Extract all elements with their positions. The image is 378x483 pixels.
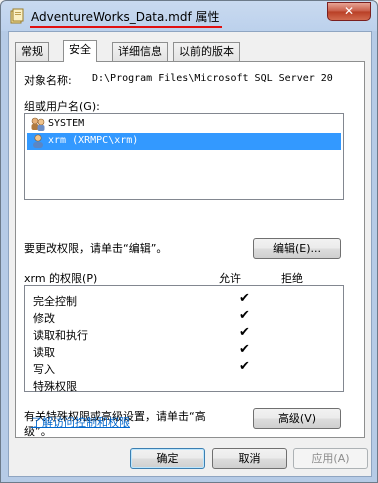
permissions-header: xrm 的权限(P) bbox=[24, 272, 98, 285]
permission-name: 读取和执行 bbox=[33, 329, 88, 342]
allow-check-icon: ✔ bbox=[239, 291, 250, 306]
users-group-icon bbox=[31, 117, 45, 131]
allow-check-icon: ✔ bbox=[239, 325, 250, 340]
security-panel: 对象名称: D:\Program Files\Microsoft SQL Ser… bbox=[15, 61, 365, 438]
list-item-xrm[interactable]: xrm (XRMPC\xrm) bbox=[27, 133, 341, 150]
permission-row: 读取 ✔ bbox=[33, 342, 343, 359]
user-icon bbox=[33, 134, 43, 148]
tab-security[interactable]: 安全 bbox=[63, 40, 97, 62]
tab-general[interactable]: 常规 bbox=[15, 42, 49, 61]
deny-header: 拒绝 bbox=[281, 272, 303, 285]
tab-previous-versions[interactable]: 以前的版本 bbox=[173, 42, 240, 61]
permission-row: 读取和执行 ✔ bbox=[33, 325, 343, 342]
properties-window: AdventureWorks_Data.mdf 属性 ✕ 常规 安全 详细信息 … bbox=[0, 0, 378, 483]
title-annotation-underline bbox=[30, 26, 222, 28]
title-bar[interactable]: AdventureWorks_Data.mdf 属性 ✕ bbox=[1, 1, 377, 31]
list-item-label: xrm (XRMPC\xrm) bbox=[48, 135, 139, 146]
groups-label: 组或用户名(G): bbox=[24, 100, 100, 113]
permission-name: 修改 bbox=[33, 312, 55, 325]
allow-check-icon: ✔ bbox=[239, 359, 250, 374]
cancel-button[interactable]: 取消 bbox=[212, 448, 287, 469]
tab-strip: 常规 安全 详细信息 以前的版本 bbox=[9, 40, 371, 62]
file-icon bbox=[10, 8, 24, 24]
allow-check-icon: ✔ bbox=[239, 308, 250, 323]
edit-button[interactable]: 编辑(E)... bbox=[253, 238, 341, 259]
object-name-label: 对象名称: bbox=[24, 74, 72, 87]
allow-check-icon: ✔ bbox=[239, 342, 250, 357]
change-permissions-hint: 要更改权限，请单击“编辑”。 bbox=[24, 242, 168, 255]
permission-row: 完全控制 ✔ bbox=[33, 291, 343, 308]
list-item-system[interactable]: SYSTEM bbox=[27, 116, 341, 133]
allow-header: 允许 bbox=[219, 272, 241, 285]
permission-row: 特殊权限 bbox=[33, 377, 343, 393]
permission-name: 写入 bbox=[33, 363, 55, 376]
permission-row: 修改 ✔ bbox=[33, 308, 343, 325]
list-item-label: SYSTEM bbox=[48, 118, 85, 129]
apply-button[interactable]: 应用(A) bbox=[293, 448, 368, 469]
ok-button[interactable]: 确定 bbox=[130, 448, 205, 469]
window-title: AdventureWorks_Data.mdf 属性 bbox=[31, 10, 220, 24]
permissions-list[interactable]: 完全控制 ✔ 修改 ✔ 读取和执行 ✔ 读取 ✔ 写入 ✔ 特殊权限 bbox=[24, 285, 344, 393]
learn-access-control-link[interactable]: 了解访问控制和权限 bbox=[31, 414, 130, 430]
close-button[interactable]: ✕ bbox=[327, 2, 371, 21]
dialog-client: 常规 安全 详细信息 以前的版本 对象名称: D:\Program Files\… bbox=[8, 31, 372, 477]
tab-details[interactable]: 详细信息 bbox=[112, 42, 168, 61]
groups-listbox[interactable]: SYSTEM xrm (XRMPC\xrm) bbox=[24, 113, 344, 200]
permission-name: 完全控制 bbox=[33, 295, 77, 308]
permission-name: 读取 bbox=[33, 346, 55, 359]
advanced-button[interactable]: 高级(V) bbox=[253, 408, 341, 429]
permission-row: 写入 ✔ bbox=[33, 359, 343, 376]
permission-name: 特殊权限 bbox=[33, 380, 77, 393]
object-name-value: D:\Program Files\Microsoft SQL Server 20 bbox=[92, 73, 333, 84]
